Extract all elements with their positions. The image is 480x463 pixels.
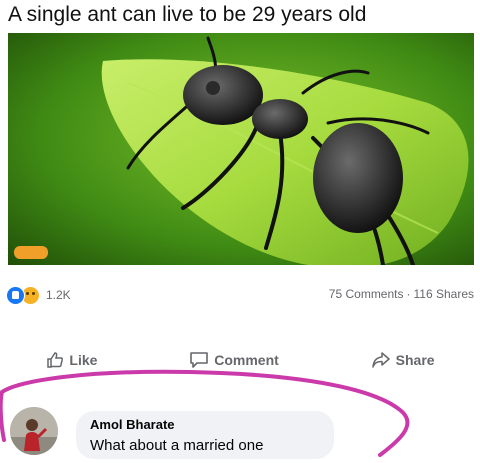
orange-spot <box>14 246 48 259</box>
post-stats-bar: 1.2K 75 Comments · 116 Shares <box>0 283 480 307</box>
post-action-bar: Like Comment Share <box>0 345 480 375</box>
thumbs-up-icon <box>47 352 64 368</box>
comment-text: What about a married one <box>90 437 264 454</box>
comments-count-link[interactable]: 75 Comments <box>329 287 404 301</box>
post-caption: A single ant can live to be 29 years old <box>8 3 367 26</box>
like-button[interactable]: Like <box>45 350 97 370</box>
comment-bubble: Amol Bharate What about a married one <box>76 411 334 459</box>
ant-on-leaf-illustration <box>8 33 474 265</box>
avatar[interactable] <box>10 407 58 455</box>
share-arrow-icon <box>371 352 390 368</box>
share-label: Share <box>395 352 435 368</box>
comment-label: Comment <box>214 352 279 368</box>
stats-separator: · <box>406 287 411 301</box>
share-button[interactable]: Share <box>370 350 435 370</box>
like-label: Like <box>69 352 98 368</box>
comment-button[interactable]: Comment <box>188 350 279 370</box>
like-reaction-icon <box>6 285 25 305</box>
shares-count-link[interactable]: 116 Shares <box>414 287 475 301</box>
reaction-count: 1.2K <box>46 288 71 302</box>
comment-bubble-icon <box>190 352 209 368</box>
reactions-summary[interactable]: 1.2K <box>6 283 71 307</box>
comments-shares-summary: 75 Comments · 116 Shares <box>329 287 474 301</box>
comment-author-name[interactable]: Amol Bharate <box>90 417 175 432</box>
user-profile-photo <box>10 407 58 455</box>
ant-photo[interactable] <box>8 33 474 265</box>
comment-item: Amol Bharate What about a married one <box>10 405 430 463</box>
